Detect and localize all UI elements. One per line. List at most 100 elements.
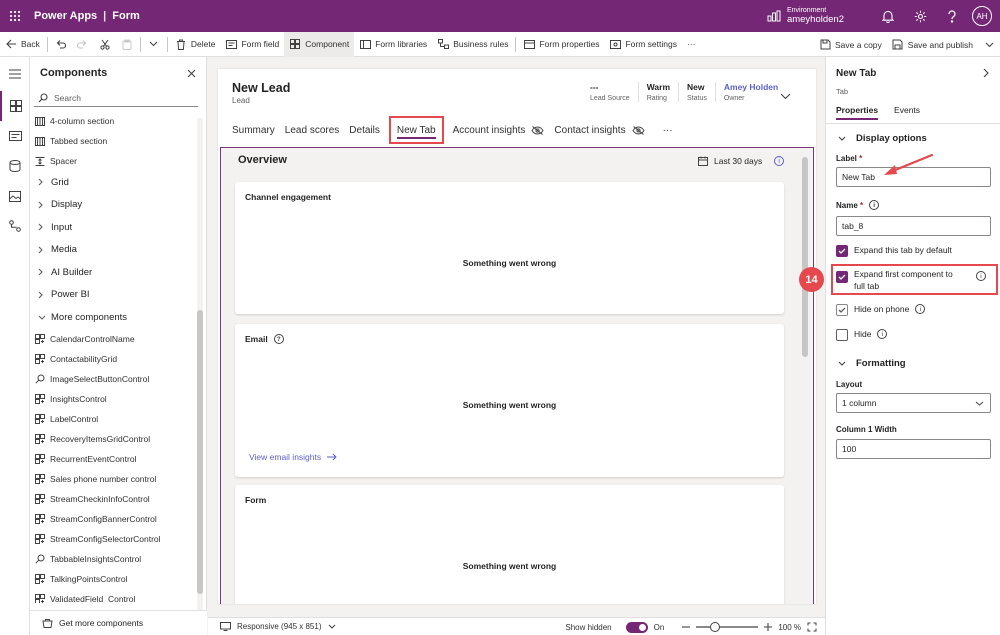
scrollbar-thumb[interactable] bbox=[802, 157, 808, 357]
component-item[interactable]: Tabbed section bbox=[30, 131, 200, 151]
redo-button[interactable] bbox=[72, 32, 94, 57]
form-properties-button[interactable]: Form properties bbox=[518, 32, 604, 57]
form-settings-button[interactable]: Form settings bbox=[604, 32, 682, 57]
tab-details[interactable]: Details bbox=[344, 118, 385, 142]
help-question-icon[interactable] bbox=[936, 0, 968, 32]
back-button[interactable]: Back bbox=[0, 32, 45, 57]
expand-tab-checkbox[interactable] bbox=[836, 245, 848, 257]
component-item[interactable]: ImageSelectButtonControl bbox=[30, 369, 200, 389]
component-group[interactable]: Display bbox=[30, 194, 200, 217]
form-settings-icon bbox=[609, 38, 621, 50]
scrollbar-thumb[interactable] bbox=[197, 310, 203, 594]
tab-events[interactable]: Events bbox=[894, 105, 920, 120]
fit-screen-icon[interactable] bbox=[807, 622, 817, 632]
hide-checkbox[interactable] bbox=[836, 329, 848, 341]
component-group[interactable]: Power BI bbox=[30, 284, 200, 307]
delete-button[interactable]: Delete bbox=[170, 32, 221, 57]
rail-tree-view-icon[interactable] bbox=[0, 211, 30, 241]
notifications-bell-icon[interactable] bbox=[872, 0, 904, 32]
save-dropdown-button[interactable] bbox=[978, 32, 1000, 57]
component-group[interactable]: Grid bbox=[30, 171, 200, 194]
zoom-slider[interactable] bbox=[696, 622, 759, 632]
settings-gear-icon[interactable] bbox=[904, 0, 936, 32]
info-icon[interactable]: i bbox=[774, 156, 785, 166]
formatting-header[interactable]: Formatting bbox=[838, 358, 906, 369]
app-launcher-icon[interactable] bbox=[0, 0, 30, 32]
info-icon[interactable]: i bbox=[869, 200, 880, 210]
component-item[interactable]: ContactabilityGrid bbox=[30, 349, 200, 369]
component-item[interactable]: Sales phone number control bbox=[30, 469, 200, 489]
tab-lead-scores[interactable]: Lead scores bbox=[280, 118, 344, 142]
component-group[interactable]: AI Builder bbox=[30, 261, 200, 284]
zoom-in-icon[interactable] bbox=[764, 623, 773, 631]
undo-button[interactable] bbox=[50, 32, 72, 57]
save-copy-button[interactable]: Save a copy bbox=[814, 32, 887, 57]
component-button[interactable]: Component bbox=[284, 31, 355, 57]
component-group[interactable]: Media bbox=[30, 239, 200, 262]
component-item[interactable]: StreamCheckinInfoControl bbox=[30, 489, 200, 509]
paste-button[interactable] bbox=[116, 32, 138, 57]
component-item[interactable]: LabelControl bbox=[30, 409, 200, 429]
info-icon[interactable]: i bbox=[877, 329, 888, 339]
components-scrollbar[interactable] bbox=[197, 118, 203, 610]
collapse-panel-chevron-icon[interactable] bbox=[983, 68, 989, 78]
tab-new-tab[interactable]: New Tab bbox=[388, 116, 444, 144]
component-item[interactable]: RecoveryItemsGridControl bbox=[30, 429, 200, 449]
rail-media-icon[interactable] bbox=[0, 181, 30, 211]
name-input[interactable]: tab_8 bbox=[836, 216, 991, 236]
get-more-components-button[interactable]: Get more components bbox=[30, 610, 207, 635]
display-options-header[interactable]: Display options bbox=[838, 133, 927, 144]
layout-picker[interactable]: Responsive (945 x 851) bbox=[208, 622, 336, 631]
pin-icon bbox=[35, 374, 45, 384]
tab-account-insights[interactable]: Account insights bbox=[448, 118, 550, 142]
tab-body[interactable]: Overview Last 30 days i Channel engageme… bbox=[220, 147, 814, 604]
hamburger-menu-icon[interactable] bbox=[0, 57, 30, 91]
view-insights-link[interactable]: View email insights bbox=[249, 452, 337, 462]
app-name[interactable]: Power Apps bbox=[34, 10, 97, 22]
component-item[interactable]: StreamConfigBannerControl bbox=[30, 509, 200, 529]
form-field-button[interactable]: Form field bbox=[220, 32, 284, 57]
cut-button[interactable] bbox=[94, 32, 116, 57]
tab-properties[interactable]: Properties bbox=[836, 105, 879, 120]
layout-select[interactable]: 1 column bbox=[836, 393, 991, 413]
header-field-value[interactable]: Amey Holden bbox=[724, 82, 778, 92]
more-tabs-button[interactable]: ··· bbox=[658, 118, 678, 142]
hide-phone-checkbox[interactable] bbox=[836, 304, 848, 316]
spacer-icon bbox=[35, 156, 45, 166]
component-item[interactable]: InsightsControl bbox=[30, 389, 200, 409]
component-item[interactable]: CalendarControlName bbox=[30, 329, 200, 349]
zoom-out-icon[interactable] bbox=[682, 626, 691, 628]
component-item[interactable]: ValidatedField_Control bbox=[30, 589, 200, 603]
rail-components-icon[interactable] bbox=[0, 91, 30, 121]
component-item[interactable]: TalkingPointsControl bbox=[30, 569, 200, 589]
component-item[interactable]: TabbableInsightsControl bbox=[30, 549, 200, 569]
close-icon[interactable] bbox=[187, 69, 196, 78]
user-avatar[interactable]: AH bbox=[972, 6, 992, 26]
more-dropdown-button[interactable] bbox=[143, 32, 165, 57]
rail-tables-icon[interactable] bbox=[0, 151, 30, 181]
form-libraries-button[interactable]: Form libraries bbox=[354, 32, 432, 57]
info-icon[interactable]: i bbox=[915, 304, 926, 314]
save-publish-button[interactable]: Save and publish bbox=[887, 32, 978, 57]
tab-contact-insights[interactable]: Contact insights bbox=[549, 118, 649, 142]
component-item[interactable]: Spacer bbox=[30, 151, 200, 171]
scissors-icon bbox=[99, 38, 111, 50]
column-width-input[interactable]: 100 bbox=[836, 439, 991, 459]
business-rules-button[interactable]: Business rules bbox=[432, 32, 513, 57]
show-hidden-toggle[interactable] bbox=[625, 621, 648, 633]
canvas-scrollbar[interactable] bbox=[801, 152, 809, 604]
header-expand-chevron-icon[interactable] bbox=[780, 93, 791, 100]
component-item[interactable]: RecurrentEventControl bbox=[30, 449, 200, 469]
component-group[interactable]: Input bbox=[30, 216, 200, 239]
component-item[interactable]: 4-column section bbox=[30, 111, 200, 131]
environment-picker[interactable]: Environment ameyholden2 bbox=[767, 7, 844, 25]
zoom-slider-thumb[interactable] bbox=[709, 622, 720, 632]
component-group[interactable]: More components bbox=[30, 306, 200, 329]
help-question-icon[interactable]: ? bbox=[273, 334, 284, 344]
search-input[interactable]: Search bbox=[34, 89, 198, 107]
more-commands-button[interactable]: ··· bbox=[682, 32, 701, 57]
date-filter[interactable]: Last 30 days i bbox=[698, 156, 785, 166]
rail-fields-icon[interactable] bbox=[0, 121, 30, 151]
tab-summary[interactable]: Summary bbox=[232, 118, 280, 142]
component-item[interactable]: StreamConfigSelectorControl bbox=[30, 529, 200, 549]
